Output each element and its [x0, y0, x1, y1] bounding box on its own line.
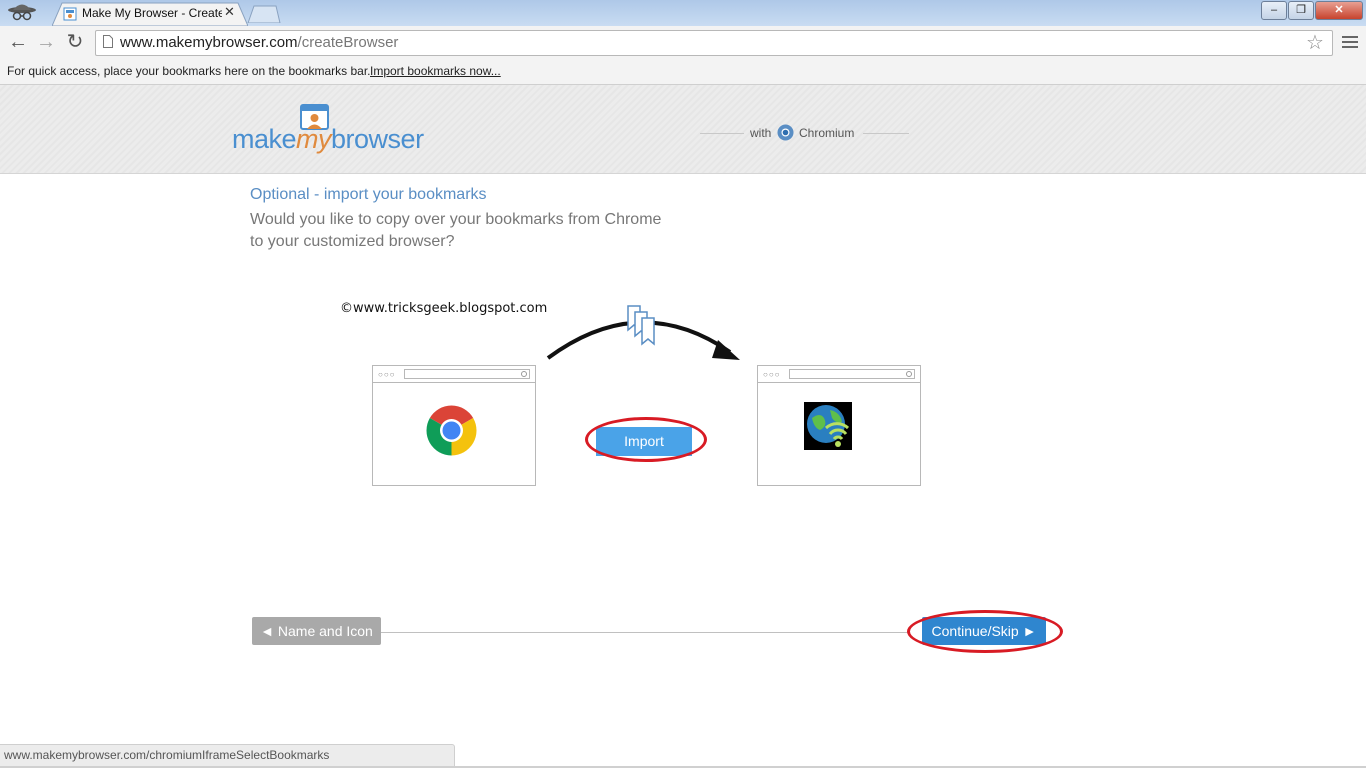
- bookmarks-icon: [627, 305, 655, 346]
- url-text[interactable]: www.makemybrowser.com/createBrowser: [120, 34, 398, 51]
- highlight-circle: [585, 417, 707, 462]
- logo-make: make: [232, 124, 297, 154]
- nav-divider: [380, 632, 910, 633]
- forward-button[interactable]: →: [34, 30, 58, 54]
- incognito-icon: [4, 1, 40, 25]
- logo-my: my: [296, 124, 332, 154]
- chromium-icon: [777, 124, 794, 141]
- bookmarks-bar-message: For quick access, place your bookmarks h…: [7, 64, 371, 78]
- maximize-button[interactable]: ❐: [1288, 1, 1314, 20]
- previous-step-button[interactable]: ◄ Name and Icon: [252, 617, 381, 645]
- import-bookmarks-link[interactable]: Import bookmarks now...: [370, 64, 501, 78]
- custom-browser-icon: [804, 402, 852, 450]
- question-text: Would you like to copy over your bookmar…: [250, 211, 662, 228]
- window-close-button[interactable]: ✕: [1315, 1, 1363, 20]
- url-domain: www.makemybrowser.com: [120, 34, 298, 51]
- back-button[interactable]: ←: [6, 30, 30, 54]
- minimize-button[interactable]: –: [1261, 1, 1287, 20]
- with-label: with: [750, 126, 772, 140]
- page-icon: [103, 35, 113, 48]
- tab-close-icon[interactable]: ✕: [224, 4, 235, 20]
- question-text: to your customized browser?: [250, 233, 455, 250]
- status-url: www.makemybrowser.com/chromiumIframeSele…: [4, 748, 330, 762]
- highlight-circle: [907, 610, 1063, 653]
- section-title: Optional - import your bookmarks: [250, 186, 487, 203]
- chromium-label: Chromium: [799, 126, 855, 140]
- reload-button[interactable]: ↻: [63, 30, 87, 54]
- watermark-text: ©www.tricksgeek.blogspot.com: [340, 301, 548, 316]
- logo-wordmark: makemybrowser: [232, 124, 424, 155]
- logo-browser: browser: [331, 124, 424, 154]
- menu-icon[interactable]: [1342, 36, 1358, 49]
- tab-title: Make My Browser - Create: [82, 6, 222, 20]
- divider-line: [863, 133, 909, 134]
- chrome-logo-icon: [426, 405, 477, 456]
- bookmark-star-icon[interactable]: ☆: [1306, 30, 1324, 55]
- new-tab-button[interactable]: [246, 5, 282, 23]
- divider-line: [700, 133, 744, 134]
- page-header: [0, 85, 1366, 174]
- url-path: /createBrowser: [297, 34, 399, 51]
